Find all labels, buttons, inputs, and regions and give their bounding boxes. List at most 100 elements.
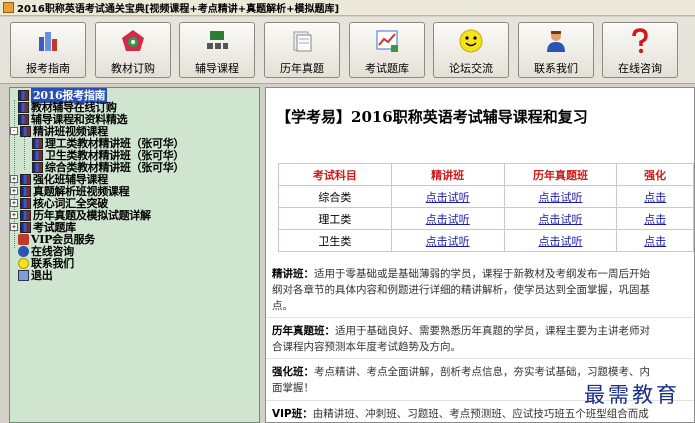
toolbar-button-label: 论坛交流 (449, 62, 493, 75)
content-panel[interactable]: 【学考易】2016职称英语考试辅导课程和复习 考试科目 精讲班 历年真题班 强化… (265, 87, 695, 423)
tree-item-exit[interactable]: 退出 (18, 269, 53, 282)
expand-toggle[interactable]: + (10, 175, 18, 183)
book-icon (20, 173, 31, 185)
description-line: 点。 (272, 300, 293, 312)
toolbar-button-past-papers[interactable]: 历年真题 (264, 22, 340, 78)
tree-guide-line (24, 136, 25, 170)
toolbar-button-label: 报考指南 (26, 62, 70, 75)
book-icon (32, 149, 43, 161)
table-row: 理工类 点击试听 点击试听 点击 (278, 207, 694, 230)
book-icon (18, 113, 29, 125)
toolbar: 报考指南 教材订购 辅导课程 历年真题 考试题库 论坛交流 联系我们 在线咨询 (0, 17, 695, 84)
table-cell: 卫生类 (278, 229, 392, 252)
table-row: 综合类 点击试听 点击试听 点击 (278, 185, 694, 208)
listen-link[interactable]: 点击 (644, 213, 666, 226)
table-header-row: 考试科目 精讲班 历年真题班 强化 (278, 163, 694, 186)
classroom-icon (202, 27, 232, 55)
description-line: 由精讲班、冲刺班、习题班、考点预测班、应试技巧班五个班型组合而成 (312, 408, 649, 420)
chart-icon (372, 27, 402, 55)
table-cell: 点击 (616, 229, 694, 252)
description-line: 适用于零基础或是基础薄弱的学员，课程于新教材及考纲发布一周后开始 (314, 268, 650, 280)
question-icon (625, 27, 655, 55)
toolbar-button-online-consult[interactable]: 在线咨询 (602, 22, 678, 78)
page-title: 【学考易】2016职称英语考试辅导课程和复习 (276, 108, 588, 126)
table-cell: 综合类 (278, 185, 392, 208)
book-icon (20, 221, 31, 233)
description-intensive: 精讲班：适用于零基础或是基础薄弱的学员，课程于新教材及考纲发布一周后开始 纲对各… (272, 266, 694, 314)
table-header: 历年真题班 (503, 163, 618, 186)
table-row: 卫生类 点击试听 点击试听 点击 (278, 229, 694, 252)
table-cell: 点击试听 (503, 207, 618, 230)
exit-icon (18, 269, 29, 281)
listen-link[interactable]: 点击 (644, 191, 666, 204)
listen-link[interactable]: 点击试听 (538, 191, 582, 204)
collapse-toggle[interactable]: - (10, 127, 18, 135)
expand-toggle[interactable]: + (10, 223, 18, 231)
description-term: 强化班： (272, 366, 314, 378)
listen-link[interactable]: 点击 (644, 235, 666, 248)
expand-toggle[interactable]: + (10, 187, 18, 195)
person-icon (541, 27, 571, 55)
listen-link[interactable]: 点击试听 (538, 235, 582, 248)
toolbar-button-label: 在线咨询 (618, 62, 662, 75)
table-cell: 点击试听 (503, 185, 618, 208)
table-header: 精讲班 (390, 163, 505, 186)
toolbar-button-label: 教材订购 (111, 62, 155, 75)
description-line: 面掌握！ (272, 382, 314, 394)
book-icon (20, 185, 31, 197)
smiley-icon (456, 27, 486, 55)
nav-tree[interactable]: 2016报考指南 教材辅导在线订购 辅导课程和资料精选 - 精讲班视频课程 理工… (9, 87, 260, 423)
listen-link[interactable]: 点击试听 (426, 191, 470, 204)
description-term: 历年真题班： (272, 325, 335, 337)
expand-toggle[interactable]: + (10, 199, 18, 207)
toolbar-button-exam-guide[interactable]: 报考指南 (10, 22, 86, 78)
tree-item-label: 退出 (31, 269, 53, 282)
building-icon (33, 27, 63, 55)
person-icon (18, 245, 29, 257)
toolbar-button-label: 考试题库 (365, 62, 409, 75)
table-cell: 点击试听 (390, 207, 505, 230)
table-cell: 点击 (616, 185, 694, 208)
description-past-papers: 历年真题班：适用于基础良好、需要熟悉历年真题的学员，课程主要为主讲老师对 合课程… (272, 323, 694, 355)
table-cell: 点击 (616, 207, 694, 230)
description-line: 适用于基础良好、需要熟悉历年真题的学员，课程主要为主讲老师对 (335, 325, 650, 337)
description-line: 纲对各章节的具体内容和例题进行详细的精讲解析，使学员达到全面掌握，巩固基 (272, 284, 650, 296)
title-bar: 2016职称英语考试通关宝典[视频课程+考点精讲+真题解析+模拟题库] (0, 0, 695, 16)
book-icon (18, 89, 29, 101)
toolbar-button-label: 历年真题 (280, 62, 324, 75)
book-icon (20, 125, 31, 137)
toolbar-button-textbook-order[interactable]: 教材订购 (95, 22, 171, 78)
toolbar-button-contact[interactable]: 联系我们 (518, 22, 594, 78)
toolbar-button-courses[interactable]: 辅导课程 (179, 22, 255, 78)
book-icon (20, 197, 31, 209)
table-cell: 理工类 (278, 207, 392, 230)
listen-link[interactable]: 点击试听 (426, 213, 470, 226)
book-icon (18, 101, 29, 113)
description-line: 合课程内容预测本年度考试趋势及方向。 (272, 341, 461, 353)
target-icon (118, 27, 148, 55)
book-icon (20, 209, 31, 221)
listen-link[interactable]: 点击试听 (426, 235, 470, 248)
smiley-icon (18, 257, 29, 269)
divider (266, 317, 694, 318)
listen-link[interactable]: 点击试听 (538, 213, 582, 226)
toolbar-button-question-bank[interactable]: 考试题库 (349, 22, 425, 78)
tree-item-past-papers[interactable]: + 历年真题及模拟试题详解 (10, 209, 151, 222)
table-cell: 点击试听 (503, 229, 618, 252)
toolbar-button-label: 联系我们 (534, 62, 578, 75)
toolbar-button-forum[interactable]: 论坛交流 (433, 22, 509, 78)
vip-icon (18, 233, 29, 245)
app-icon (3, 2, 14, 13)
table-cell: 点击试听 (390, 185, 505, 208)
description-term: VIP班： (272, 408, 313, 420)
papers-icon (287, 27, 317, 55)
book-icon (32, 137, 43, 149)
table-header: 强化 (616, 163, 694, 186)
course-table: 考试科目 精讲班 历年真题班 强化 综合类 点击试听 点击试听 点击 理工类 点… (278, 163, 694, 252)
description-term: 精讲班： (272, 268, 314, 280)
description-line: 考点精讲、考点全面讲解，剖析考点信息，夯实考试基础，习题模考、内 (314, 366, 650, 378)
watermark: 最需教育 (584, 383, 680, 407)
window-title: 2016职称英语考试通关宝典[视频课程+考点精讲+真题解析+模拟题库] (17, 4, 340, 15)
expand-toggle[interactable]: + (10, 211, 18, 219)
table-header: 考试科目 (278, 163, 392, 186)
